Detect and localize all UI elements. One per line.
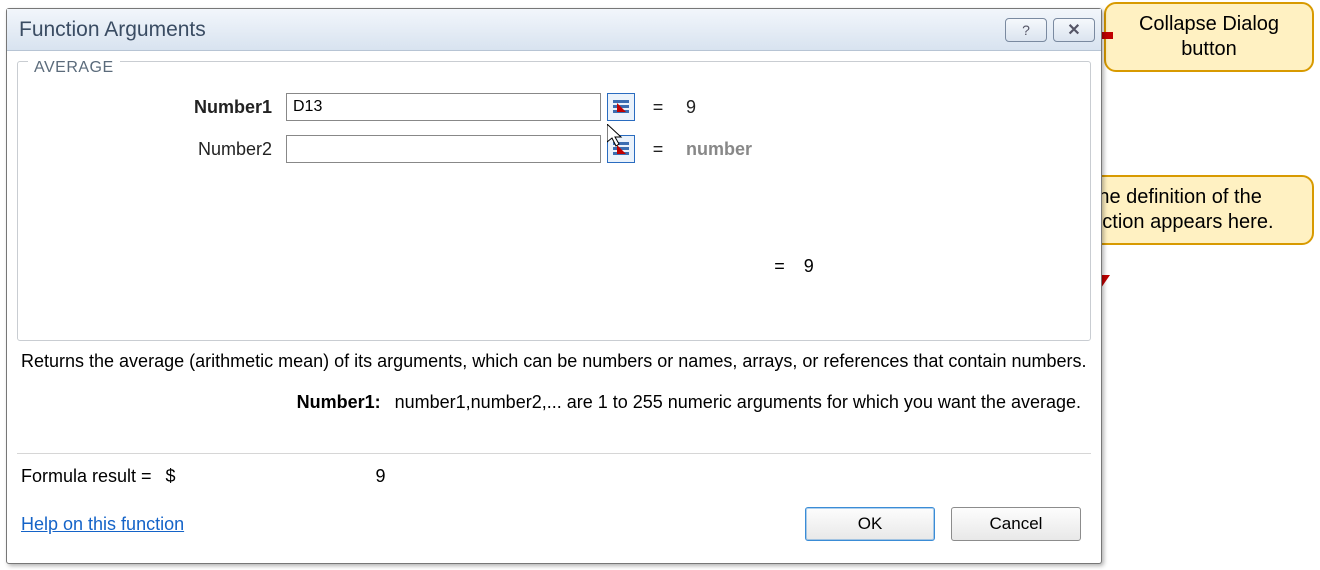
- close-icon: ✕: [1067, 20, 1080, 40]
- collapse-dialog-icon: [612, 98, 630, 116]
- function-name: AVERAGE: [28, 59, 120, 77]
- number2-input[interactable]: [286, 135, 601, 163]
- annotation-definition-text: The definition of the function appears h…: [1074, 186, 1273, 233]
- dialog-footer: Help on this function OK Cancel: [17, 507, 1091, 553]
- dialog-body: AVERAGE Number1 = 9: [7, 51, 1101, 563]
- formula-result-value: 9: [376, 466, 386, 487]
- help-link[interactable]: Help on this function: [21, 514, 184, 535]
- collapse-dialog-button[interactable]: [607, 135, 635, 163]
- argument-row: Number2 = number: [34, 132, 1074, 166]
- dialog-titlebar: Function Arguments ? ✕: [7, 9, 1101, 51]
- function-description: Returns the average (arithmetic mean) of…: [21, 351, 1087, 372]
- ok-button[interactable]: OK: [805, 507, 935, 541]
- formula-result-row: Formula result = $ 9: [17, 466, 1091, 487]
- help-icon: ?: [1022, 22, 1030, 38]
- annotation-collapse-callout: Collapse Dialog button: [1104, 2, 1314, 72]
- argument-label: Number1: [34, 97, 286, 118]
- number1-input[interactable]: [286, 93, 601, 121]
- argument-group: AVERAGE Number1 = 9: [17, 61, 1091, 341]
- close-button[interactable]: ✕: [1053, 18, 1095, 42]
- collapse-dialog-icon: [612, 140, 630, 158]
- separator: [17, 453, 1091, 454]
- annotation-collapse-text: Collapse Dialog button: [1139, 13, 1279, 60]
- collapse-dialog-button[interactable]: [607, 93, 635, 121]
- formula-result-label: Formula result =: [21, 466, 152, 487]
- argument-description-name: Number1:: [271, 392, 381, 413]
- intermediate-result: = 9: [514, 256, 1074, 277]
- argument-description-text: number1,number2,... are 1 to 255 numeric…: [395, 392, 1081, 413]
- function-arguments-dialog: Function Arguments ? ✕ AVERAGE Number1: [6, 8, 1102, 564]
- argument-row: Number1 = 9: [34, 90, 1074, 124]
- argument-result: = number: [649, 139, 752, 160]
- formula-result-currency: $: [166, 466, 206, 487]
- argument-result: = 9: [649, 97, 696, 118]
- help-button[interactable]: ?: [1005, 18, 1047, 42]
- argument-label: Number2: [34, 139, 286, 160]
- description-block: Returns the average (arithmetic mean) of…: [17, 341, 1091, 413]
- cancel-button[interactable]: Cancel: [951, 507, 1081, 541]
- argument-description: Number1: number1,number2,... are 1 to 25…: [21, 392, 1087, 413]
- window-buttons: ? ✕: [1005, 18, 1095, 42]
- dialog-title: Function Arguments: [19, 18, 206, 42]
